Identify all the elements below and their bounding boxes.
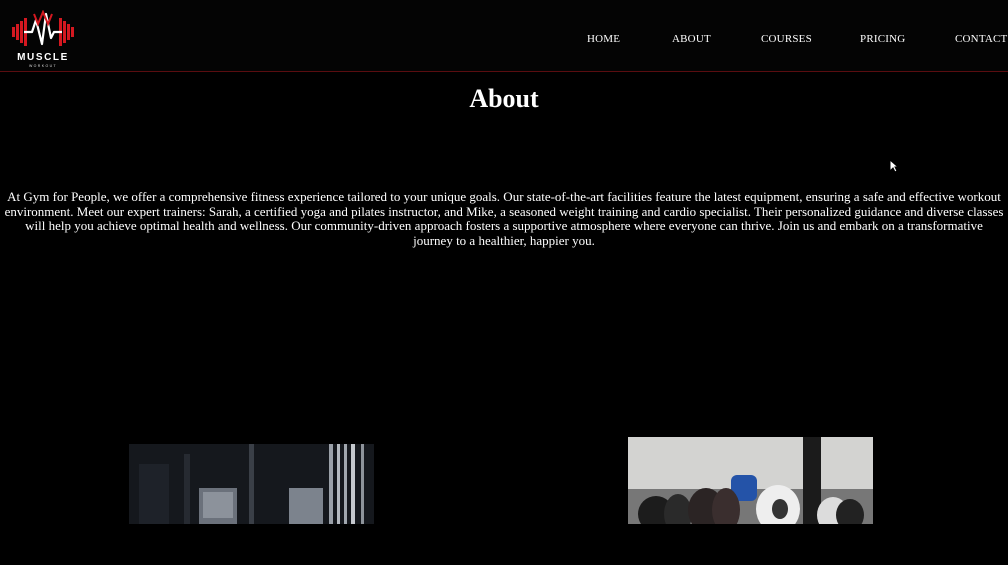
brand-logo[interactable]: MUSCLE WORKOUT xyxy=(10,9,76,68)
gym-machines-illustration xyxy=(129,444,374,524)
brand-tagline: WORKOUT xyxy=(28,64,58,68)
brand-name: MUSCLE xyxy=(17,52,69,63)
gym-machines-image xyxy=(129,444,374,524)
site-header: MUSCLE WORKOUT HOME ABOUT COURSES PRICIN… xyxy=(0,0,1008,72)
about-title: About xyxy=(469,84,539,113)
dumbbells-image xyxy=(628,437,873,524)
heartbeat-logo-icon xyxy=(12,9,74,46)
nav-about[interactable]: ABOUT xyxy=(672,33,711,45)
nav-home[interactable]: HOME xyxy=(587,33,620,45)
mouse-cursor-icon xyxy=(889,159,899,173)
nav-contact[interactable]: CONTACT xyxy=(955,33,1007,45)
about-description: At Gym for People, we offer a comprehens… xyxy=(4,189,1004,248)
nav-courses[interactable]: COURSES xyxy=(761,33,812,45)
dumbbells-illustration xyxy=(628,437,873,524)
nav-pricing[interactable]: PRICING xyxy=(860,33,905,45)
